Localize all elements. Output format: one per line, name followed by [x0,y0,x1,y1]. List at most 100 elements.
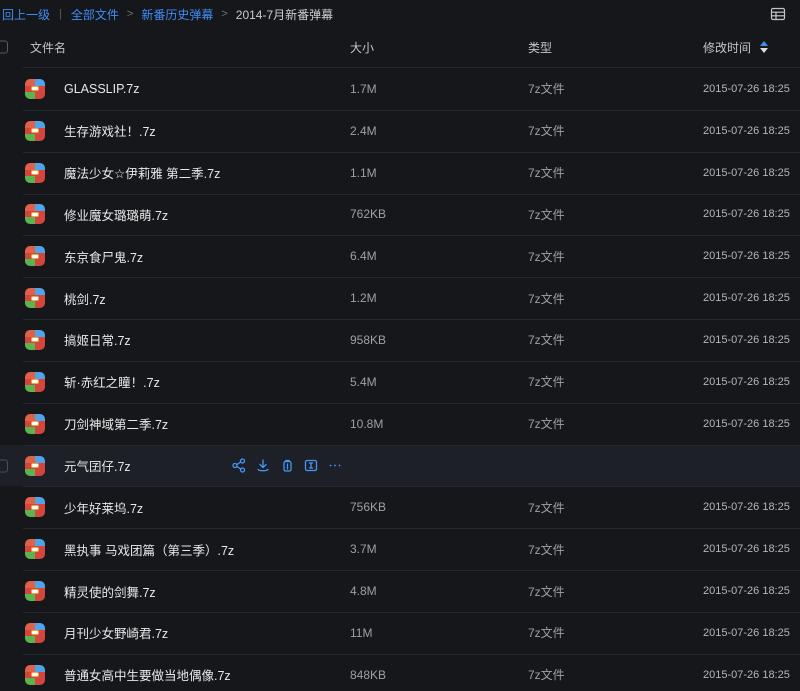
file-type: 7z文件 [528,80,703,97]
file-name[interactable]: 元气囝仔.7z [64,456,131,475]
file-size: 1.1M [350,166,528,180]
file-type: 7z文件 [528,164,703,181]
archive-file-icon [25,121,45,141]
file-size: 762KB [350,207,528,221]
download-icon[interactable] [256,458,270,474]
table-row[interactable]: 修业魔女璐璐萌.7z [0,194,800,236]
file-type: 7z文件 [528,122,703,139]
file-size: 4.8M [350,584,528,598]
archive-file-icon [25,581,45,601]
table-row[interactable]: 精灵使的剑舞.7z [0,570,800,612]
archive-file-icon [25,246,45,266]
table-view-icon[interactable] [770,6,786,22]
file-size: 3.7M [350,542,528,556]
table-row[interactable]: 生存游戏社！.7z [0,110,800,152]
column-header-name: 文件名 [0,39,350,56]
file-name[interactable]: 修业魔女璐璐萌.7z [64,205,168,224]
file-type: 7z文件 [528,541,703,558]
archive-file-icon [25,163,45,183]
archive-file-icon [25,456,45,476]
file-name[interactable]: 精灵使的剑舞.7z [64,582,156,601]
delete-icon[interactable] [280,458,294,474]
table-row[interactable]: 元气囝仔.7z [0,445,800,487]
file-mtime: 2015-07-26 18:25 [703,418,800,430]
archive-file-icon [25,79,45,99]
table-row[interactable]: GLASSLIP.7z [0,68,800,110]
archive-file-icon [25,665,45,685]
select-all-checkbox[interactable] [0,41,8,54]
column-label-name: 文件名 [30,41,66,55]
breadcrumb: 回上一级 | 全部文件>新番历史弹幕>2014-7月新番弹幕 [2,6,333,23]
file-mtime: 2015-07-26 18:25 [703,334,800,346]
file-mtime: 2015-07-26 18:25 [703,669,800,681]
archive-file-icon [25,288,45,308]
file-manager-window: 回上一级 | 全部文件>新番历史弹幕>2014-7月新番弹幕 文件名 大小 类型… [0,0,800,691]
file-mtime: 2015-07-26 18:25 [703,125,800,137]
archive-file-icon [25,372,45,392]
archive-file-icon [25,330,45,350]
file-name[interactable]: GLASSLIP.7z [64,82,140,96]
column-header-type: 类型 [528,39,703,56]
file-size: 756KB [350,500,528,514]
share-icon[interactable] [232,458,246,474]
file-name[interactable]: 魔法少女☆伊莉雅 第二季.7z [64,163,220,182]
archive-file-icon [25,414,45,434]
file-size: 10.8M [350,417,528,431]
table-row[interactable]: 月刊少女野崎君.7z [0,612,800,654]
table-row[interactable]: 普通女高中生要做当地偶像.7z [0,654,800,691]
table-row[interactable]: 东京食尸鬼.7z [0,235,800,277]
file-type: 7z文件 [528,499,703,516]
file-size: 5.4M [350,375,528,389]
table-row[interactable]: 斩·赤红之瞳！.7z [0,361,800,403]
column-header-mtime[interactable]: 修改时间 [703,39,800,56]
file-mtime: 2015-07-26 18:25 [703,501,800,513]
file-type: 7z文件 [528,415,703,432]
breadcrumb-current: 2014-7月新番弹幕 [236,6,333,23]
file-mtime: 2015-07-26 18:25 [703,376,800,388]
file-size: 848KB [350,668,528,682]
table-row[interactable]: 黑执事 马戏团篇（第三季）.7z [0,528,800,570]
row-checkbox[interactable] [0,459,8,472]
more-icon[interactable] [328,458,342,474]
rename-icon[interactable] [304,458,318,474]
file-type: 7z文件 [528,290,703,307]
table-row[interactable]: 桃剑.7z [0,277,800,319]
archive-file-icon [25,623,45,643]
table-row[interactable]: 魔法少女☆伊莉雅 第二季.7z [0,152,800,194]
file-size: 958KB [350,333,528,347]
file-size: 6.4M [350,249,528,263]
file-mtime: 2015-07-26 18:25 [703,208,800,220]
file-name[interactable]: 刀剑神域第二季.7z [64,414,168,433]
file-name[interactable]: 桃剑.7z [64,289,106,308]
breadcrumb-link[interactable]: 新番历史弹幕 [141,6,213,23]
breadcrumb-link[interactable]: 全部文件 [71,6,119,23]
file-name[interactable]: 月刊少女野崎君.7z [64,623,168,642]
file-size: 1.7M [350,82,528,96]
file-mtime: 2015-07-26 18:25 [703,543,800,555]
back-link[interactable]: 回上一级 [2,6,50,23]
table-header: 文件名 大小 类型 修改时间 [0,26,800,68]
file-name[interactable]: 斩·赤红之瞳！.7z [64,372,160,391]
file-name[interactable]: 少年好莱坞.7z [64,498,143,517]
file-name[interactable]: 搞姬日常.7z [64,330,131,349]
file-name[interactable]: 生存游戏社！.7z [64,121,156,140]
sort-icon[interactable] [760,41,768,53]
archive-file-icon [25,497,45,517]
column-label-mtime: 修改时间 [703,39,751,56]
table-row[interactable]: 搞姬日常.7z [0,319,800,361]
file-type: 7z文件 [528,206,703,223]
file-name[interactable]: 东京食尸鬼.7z [64,247,143,266]
file-mtime: 2015-07-26 18:25 [703,585,800,597]
file-table-body: GLASSLIP.7z [0,68,800,691]
file-mtime: 2015-07-26 18:25 [703,627,800,639]
table-row[interactable]: 刀剑神域第二季.7z [0,403,800,445]
breadcrumb-separator: > [127,8,133,20]
table-row[interactable]: 少年好莱坞.7z [0,486,800,528]
row-actions [232,445,342,487]
file-type: 7z文件 [528,331,703,348]
file-name[interactable]: 黑执事 马戏团篇（第三季）.7z [64,540,234,559]
file-mtime: 2015-07-26 18:25 [703,250,800,262]
column-header-size: 大小 [350,39,528,56]
breadcrumb-separator: > [221,8,227,20]
file-name[interactable]: 普通女高中生要做当地偶像.7z [64,665,231,684]
